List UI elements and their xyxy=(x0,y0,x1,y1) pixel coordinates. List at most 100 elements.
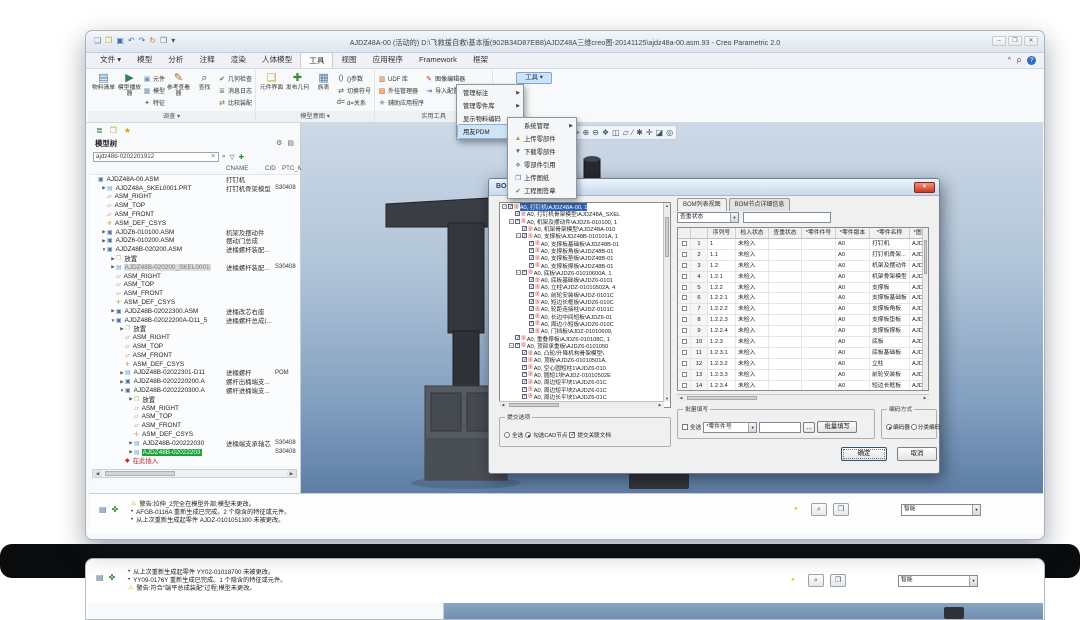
chevron-down-icon[interactable]: ▼ xyxy=(730,213,738,222)
find-button[interactable]: ⌕ xyxy=(811,503,827,516)
model-tree-icon[interactable]: ≣ xyxy=(96,125,103,137)
tab-模型[interactable]: 模型 xyxy=(129,52,160,68)
model-player-button[interactable]: ▶模型播放器 xyxy=(117,71,142,111)
tab-渲染[interactable]: 渲染 xyxy=(223,52,254,68)
bom-tree-hscrollbar[interactable]: ◀▶ xyxy=(499,401,664,408)
scroll-left-icon[interactable]: ◀ xyxy=(677,395,685,401)
undo-icon[interactable]: ↶ xyxy=(128,36,135,46)
bom-table-row[interactable]: 91.2.2.4未检入A0支撑板撑板AJDZ4 xyxy=(678,326,928,337)
checkbox-checked[interactable] xyxy=(529,328,534,333)
tree-row[interactable]: ▶▤AJDZ48B-02022203S30408 xyxy=(89,448,300,457)
column-header[interactable]: *零件件号 xyxy=(802,228,836,238)
cancel-button[interactable]: 取消 xyxy=(897,447,937,461)
command-search-icon[interactable]: ρ xyxy=(1017,57,1021,64)
bom-tree-row[interactable]: ▥A0, 周边长平块1\AJDZ6-01C xyxy=(500,393,670,400)
component-interface-button[interactable]: ❑元件界面 xyxy=(259,71,284,111)
checkbox-icon[interactable] xyxy=(682,285,687,290)
row-checkbox[interactable] xyxy=(678,359,691,369)
tab-文件 ▾[interactable]: 文件 ▾ xyxy=(92,52,129,68)
checkbox-checked[interactable] xyxy=(522,233,527,238)
tree-row[interactable]: ▶❐放置 xyxy=(89,395,300,404)
tab-BOM列表视图[interactable]: BOM列表视图 xyxy=(677,198,727,211)
repaint-icon[interactable]: ❖ xyxy=(602,127,609,138)
checkbox-checked[interactable] xyxy=(522,365,527,370)
checkbox-icon[interactable] xyxy=(682,306,687,311)
udf-library-button[interactable]: ▥UDF 库 xyxy=(378,73,424,84)
checkbox-checked[interactable] xyxy=(522,226,527,231)
component-button[interactable]: ▣元件 xyxy=(143,73,165,84)
msg-leaf-icon[interactable]: ✤ xyxy=(112,505,119,514)
checkbox-icon[interactable] xyxy=(682,295,687,300)
aux-apps-button[interactable]: ✳辅助应用程序 xyxy=(378,97,424,108)
checkbox-icon[interactable] xyxy=(682,372,687,377)
checkbox-checked[interactable] xyxy=(529,321,534,326)
regenerate-icon[interactable]: ↻ xyxy=(149,36,156,46)
tree-row[interactable]: ▣AJDZ48A-00.ASM打钉机 xyxy=(89,175,300,184)
new-icon[interactable]: ❏ xyxy=(94,36,101,46)
collapse-icon[interactable]: − xyxy=(516,233,521,238)
close-button[interactable]: ✕ xyxy=(1024,36,1038,46)
row-checkbox[interactable] xyxy=(678,326,691,336)
column-header[interactable] xyxy=(691,228,708,238)
radio-分类编码[interactable] xyxy=(911,424,917,430)
clear-icon[interactable]: ✕ xyxy=(211,153,216,161)
collapse-icon[interactable]: − xyxy=(516,270,521,275)
checkbox-icon[interactable] xyxy=(682,328,687,333)
column-header[interactable]: 查重状态 xyxy=(769,228,802,238)
scroll-thumb[interactable] xyxy=(509,403,559,407)
tree-row[interactable]: ▶▤AJDZ48B-02022301-D11进桶螺杆POM xyxy=(89,369,300,378)
save-icon[interactable]: ▣ xyxy=(116,36,124,46)
relations-button[interactable]: d=d=关系 xyxy=(337,97,371,108)
zoom-in-icon[interactable]: ⊕ xyxy=(583,127,590,138)
tree-row[interactable]: ▶▤AJDZ48B-020200_SKEL0001进桶螺杆装配...S30408 xyxy=(89,263,300,272)
tree-row[interactable]: ✛ASM_DEF_CSYS xyxy=(89,219,300,228)
dup-filter-input[interactable] xyxy=(743,212,831,223)
search-input[interactable]: ajdz48b-0202201912 ✕ xyxy=(93,152,219,162)
scroll-thumb[interactable] xyxy=(687,396,757,400)
tree-row[interactable]: ▱ASM_FRONT xyxy=(89,210,300,219)
tab-BOM节点详细信息[interactable]: BOM节点详细信息 xyxy=(729,198,791,211)
chevron-down-icon[interactable]: ▼ xyxy=(748,423,756,432)
batch-fill-button[interactable]: 批量填写 xyxy=(817,421,857,433)
checkbox-checked[interactable] xyxy=(529,255,534,260)
radio-全选[interactable] xyxy=(504,432,510,438)
window-button[interactable]: ❒ xyxy=(830,574,846,587)
display-style-icon[interactable]: ◫ xyxy=(612,127,620,138)
scroll-thumb[interactable] xyxy=(105,471,175,476)
tree-row[interactable]: ✛ASM_DEF_CSYS xyxy=(89,430,300,439)
tree-row[interactable]: ▱ASM_RIGHT xyxy=(89,193,300,202)
col-cid[interactable]: CID xyxy=(265,165,276,172)
checkbox-checked[interactable] xyxy=(522,357,527,362)
model-tree-hscrollbar[interactable]: ◀ ▶ xyxy=(92,469,297,478)
row-checkbox[interactable] xyxy=(678,348,691,358)
compare-assembly-button[interactable]: ⇄比较装配 xyxy=(218,97,252,108)
checkbox-icon[interactable] xyxy=(682,361,687,366)
tree-row[interactable]: ▱ASM_RIGHT xyxy=(89,404,300,413)
bom-table-row[interactable]: 61.2.2.1未检入A0支撑板基础板AJDZ4 xyxy=(678,293,928,304)
open-icon[interactable]: ❐ xyxy=(105,36,112,46)
row-checkbox[interactable] xyxy=(678,315,691,325)
customize-icon[interactable]: ▾ xyxy=(171,36,175,46)
checkbox-checked[interactable] xyxy=(529,248,534,253)
tree-row[interactable]: ▱ASM_RIGHT xyxy=(89,333,300,342)
checkbox-checked[interactable] xyxy=(529,241,534,246)
zoom-out-icon[interactable]: ⊖ xyxy=(592,127,599,138)
tree-row[interactable]: ▱ASM_TOP xyxy=(89,201,300,210)
datum-points-icon[interactable]: ✱ xyxy=(636,127,643,138)
favorites-icon[interactable]: ★ xyxy=(124,125,131,137)
tree-row[interactable]: ▱ASM_FRONT xyxy=(89,289,300,298)
tree-row[interactable]: ▶❐放置 xyxy=(89,254,300,263)
row-checkbox[interactable] xyxy=(678,239,691,249)
menu-item-管理标注[interactable]: 管理标注▶ xyxy=(458,86,522,99)
tree-row[interactable]: ✛ASM_DEF_CSYS xyxy=(89,360,300,369)
plugin-manager-button[interactable]: ▧外挂管理器 xyxy=(378,85,424,96)
tab-工具[interactable]: 工具 xyxy=(300,52,333,68)
tab-Framework[interactable]: Framework xyxy=(411,52,465,68)
checkbox-icon[interactable] xyxy=(682,274,687,279)
help-icon[interactable]: ? xyxy=(1027,56,1036,65)
spin-center-icon[interactable]: ◎ xyxy=(666,127,673,138)
checkbox-checked[interactable] xyxy=(522,270,527,275)
tab-应用程序[interactable]: 应用程序 xyxy=(365,52,411,68)
checkbox-checked[interactable] xyxy=(529,277,534,282)
column-header[interactable]: 检入状态 xyxy=(736,228,769,238)
